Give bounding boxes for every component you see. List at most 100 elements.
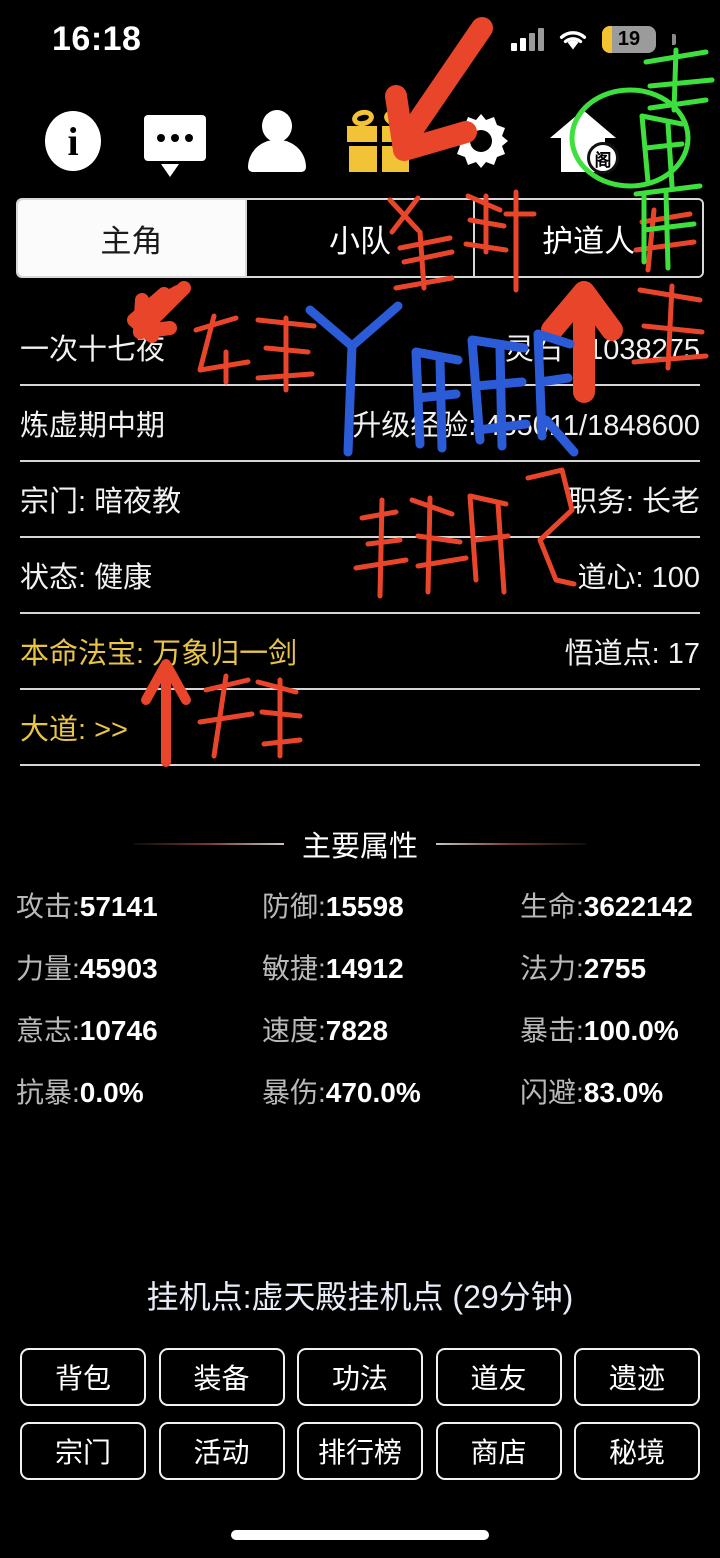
main-tab-bar: 主角 小队 护道人 xyxy=(16,198,704,278)
idle-status-label[interactable]: 挂机点:虚天殿挂机点 (29分钟) xyxy=(0,1272,720,1318)
info-icon: i xyxy=(45,111,101,171)
button-ranking[interactable]: 排行榜 xyxy=(297,1422,423,1480)
tab-protagonist[interactable]: 主角 xyxy=(18,200,247,276)
battery-low-power-icon: 19 xyxy=(602,25,656,53)
attribute-item: 速度:7828 xyxy=(262,1009,520,1049)
top-icon-bar: i 阁 xyxy=(0,95,720,187)
attribute-value: 10746 xyxy=(79,1015,158,1046)
attribute-item: 暴伤:470.0% xyxy=(262,1071,520,1111)
button-shop[interactable]: 商店 xyxy=(435,1422,562,1480)
attribute-item: 意志:10746 xyxy=(16,1009,262,1049)
attribute-value: 57141 xyxy=(79,891,158,922)
treasure-label[interactable]: 本命法宝: 万象归一剑 xyxy=(20,630,297,672)
row-treasure-enlighten: 本命法宝: 万象归一剑 悟道点: 17 xyxy=(20,614,700,690)
character-name: 一次十七夜 xyxy=(20,334,166,366)
button-secret-realm[interactable]: 秘境 xyxy=(574,1422,700,1480)
button-sect[interactable]: 宗门 xyxy=(20,1422,146,1480)
menu-button-row: 宗门 活动 排行榜 商店 秘境 xyxy=(20,1422,700,1480)
attribute-label: 暴击: xyxy=(520,1015,584,1046)
attributes-title: 主要属性 xyxy=(301,831,418,863)
attribute-label: 力量: xyxy=(16,953,80,984)
attribute-item: 力量:45903 xyxy=(16,947,262,987)
attribute-value: 100.0% xyxy=(583,1015,679,1046)
attribute-label: 防御: xyxy=(262,891,326,922)
attribute-label: 法力: xyxy=(520,953,584,984)
profile-button[interactable] xyxy=(226,95,328,187)
button-activity[interactable]: 活动 xyxy=(158,1422,285,1480)
tab-team[interactable]: 小队 xyxy=(246,200,476,276)
attribute-value: 7828 xyxy=(325,1015,389,1046)
button-friends[interactable]: 道友 xyxy=(435,1348,562,1406)
button-ruins[interactable]: 遗迹 xyxy=(574,1348,700,1406)
button-techniques[interactable]: 功法 xyxy=(297,1348,423,1406)
attribute-item: 生命:3622142 xyxy=(520,885,716,925)
attribute-value: 2755 xyxy=(583,953,647,984)
row-state-daoheart: 状态: 健康 道心: 100 xyxy=(20,538,700,614)
dao-label[interactable]: 大道: >> xyxy=(20,706,128,748)
status-bar-indicators: 19 xyxy=(511,25,676,53)
button-backpack[interactable]: 背包 xyxy=(20,1348,146,1406)
spirit-stone-value: 1038275 xyxy=(587,334,700,366)
attribute-item: 抗暴:0.0% xyxy=(16,1071,262,1111)
attribute-label: 暴伤: xyxy=(262,1077,326,1108)
row-sect-position: 宗门: 暗夜教 职务: 长老 xyxy=(20,462,700,538)
attribute-label: 攻击: xyxy=(16,891,80,922)
home-icon: 阁 xyxy=(550,110,619,174)
profile-icon xyxy=(248,110,306,172)
button-equipment[interactable]: 装备 xyxy=(158,1348,285,1406)
attribute-item: 暴击:100.0% xyxy=(520,1009,716,1049)
menu-button-grid: 背包 装备 功法 道友 遗迹 宗门 活动 排行榜 商店 秘境 xyxy=(20,1348,700,1496)
divider-left xyxy=(133,843,284,845)
sect-label: 宗门: 暗夜教 xyxy=(20,486,182,518)
attribute-item: 敏捷:14912 xyxy=(262,947,520,987)
state-label: 状态: 健康 xyxy=(20,562,153,594)
row-name-currency: 一次十七夜 灵石 1038275 xyxy=(20,310,700,386)
home-badge-label: 阁 xyxy=(587,142,619,174)
attribute-value: 0.0% xyxy=(79,1077,144,1108)
attributes-grid: 攻击:57141 防御:15598 生命:3622142 力量:45903 敏捷… xyxy=(16,885,716,1111)
exp-label: 升级经验: 485011/1848600 xyxy=(352,410,700,442)
attribute-label: 意志: xyxy=(16,1015,80,1046)
row-realm-exp: 炼虚期中期 升级经验: 485011/1848600 xyxy=(20,386,700,462)
battery-percent-label: 19 xyxy=(617,27,641,50)
home-button[interactable]: 阁 xyxy=(532,95,634,187)
attribute-label: 抗暴: xyxy=(16,1077,80,1108)
dao-heart-label: 道心: 100 xyxy=(577,562,701,594)
chat-button[interactable] xyxy=(124,95,226,187)
spirit-stone-label: 灵石 xyxy=(504,334,563,366)
settings-button[interactable] xyxy=(430,95,532,187)
attribute-value: 45903 xyxy=(79,953,158,984)
gift-button[interactable] xyxy=(328,95,430,187)
attributes-header: 主要属性 xyxy=(0,823,720,865)
realm-label: 炼虚期中期 xyxy=(20,410,166,442)
attribute-value: 83.0% xyxy=(583,1077,664,1108)
attribute-value: 14912 xyxy=(325,953,404,984)
attribute-value: 470.0% xyxy=(325,1077,421,1108)
attribute-label: 敏捷: xyxy=(262,953,326,984)
attribute-value: 15598 xyxy=(325,891,404,922)
gift-icon xyxy=(347,107,411,172)
attribute-label: 生命: xyxy=(520,891,584,922)
battery-cap-icon xyxy=(672,33,676,45)
home-indicator xyxy=(231,1530,489,1540)
attribute-item: 防御:15598 xyxy=(262,885,520,925)
game-screen: 16:18 19 i 阁 主角 小队 护道人 一次十七夜 灵石 1038275 … xyxy=(0,0,720,1558)
attribute-value: 3622142 xyxy=(583,891,693,922)
chat-icon xyxy=(144,115,206,177)
spirit-stone[interactable]: 灵石 1038275 xyxy=(505,326,700,368)
cellular-signal-icon xyxy=(511,27,544,51)
attribute-item: 法力:2755 xyxy=(520,947,716,987)
position-label: 职务: 长老 xyxy=(567,486,700,518)
menu-button-row: 背包 装备 功法 道友 遗迹 xyxy=(20,1348,700,1406)
wifi-icon xyxy=(559,30,587,49)
attribute-label: 闪避: xyxy=(520,1077,584,1108)
row-dao: 大道: >> xyxy=(20,690,700,766)
attribute-item: 攻击:57141 xyxy=(16,885,262,925)
status-bar-time: 16:18 xyxy=(52,19,142,58)
attribute-label: 速度: xyxy=(262,1015,326,1046)
status-bar: 16:18 19 xyxy=(0,0,720,78)
tab-guardian[interactable]: 护道人 xyxy=(475,200,702,276)
enlighten-label: 悟道点: 17 xyxy=(564,638,700,670)
info-button[interactable]: i xyxy=(22,95,124,187)
settings-gear-icon xyxy=(451,111,511,171)
